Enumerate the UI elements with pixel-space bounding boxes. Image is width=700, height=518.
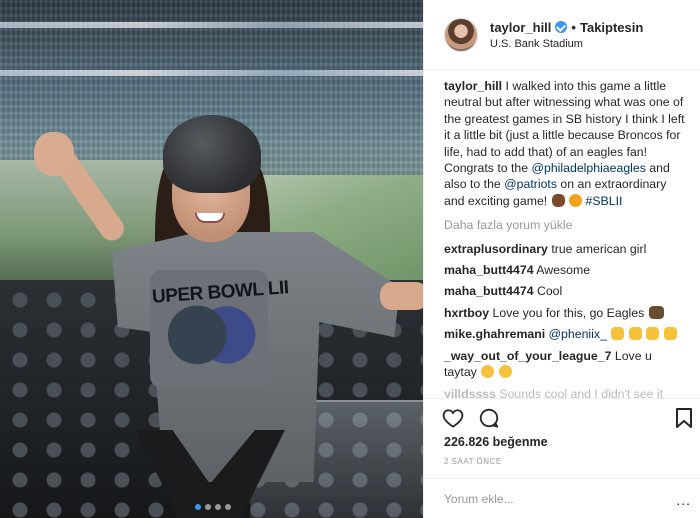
comment-username[interactable]: mike.ghahremani [444, 327, 545, 341]
flexed-arm-emoji [611, 327, 625, 341]
comment-username[interactable]: maha_butt4474 [444, 284, 534, 298]
comment-username[interactable]: extraplusordinary [444, 242, 548, 256]
comment: _way_out_of_your_league_7 Love u taytay [444, 348, 687, 381]
post-header: taylor_hill • Takiptesin U.S. Bank Stadi… [424, 0, 700, 70]
more-options-button[interactable]: ... [676, 492, 691, 508]
beanie [163, 115, 261, 193]
comment-icon[interactable] [478, 407, 500, 429]
likes-count[interactable]: 226.826 beğenme [444, 435, 548, 449]
comment: yilldssss Sounds cool and I didn't see i… [444, 386, 687, 399]
mention-link[interactable]: @philadelphiaeagles [532, 161, 646, 175]
carousel-indicator [195, 504, 231, 510]
carousel-dot [205, 504, 211, 510]
comment-text: true american girl [551, 241, 647, 256]
comment-text: Love you for this, go Eagles [492, 305, 645, 320]
heart-icon[interactable] [442, 407, 464, 429]
action-bar [424, 398, 700, 432]
comment: maha_butt4474 Awesome [444, 262, 687, 278]
crying-laughing-emoji [498, 365, 512, 379]
avatar[interactable] [444, 17, 478, 52]
carousel-dot [225, 504, 231, 510]
comment-username[interactable]: _way_out_of_your_league_7 [444, 349, 611, 363]
hashtag-link[interactable]: #SBLII [586, 194, 623, 208]
post-photo[interactable]: UPER BOWL LII [0, 0, 423, 518]
comment-input-placeholder: Yorum ekle... [444, 491, 514, 506]
comments-section[interactable]: taylor_hill I walked into this game a li… [424, 70, 700, 398]
comment: maha_butt4474 Cool [444, 283, 687, 299]
separator-dot: • [571, 19, 576, 35]
thumbs-up-emoji [628, 327, 642, 341]
comment-text: Cool [536, 284, 563, 299]
clap-emoji [646, 327, 660, 341]
verified-icon [555, 21, 568, 33]
comment: hxrtboy Love you for this, go Eagles [444, 305, 687, 321]
comment-username[interactable]: hxrtboy [444, 306, 489, 320]
post-timestamp: 2 SAAT ÖNCE [444, 457, 502, 466]
post-details-panel: taylor_hill • Takiptesin U.S. Bank Stadi… [423, 0, 700, 518]
load-more-comments-button[interactable]: Daha fazla yorum yükle [444, 217, 687, 233]
comment-username[interactable]: yilldssss [444, 387, 496, 399]
comment-username[interactable]: maha_butt4474 [444, 263, 534, 277]
comment: extraplusordinary true american girl [444, 241, 687, 257]
comment-input[interactable]: Yorum ekle... ... [424, 478, 700, 518]
comment: mike.ghahremani @pheniix_ [444, 326, 687, 342]
football-emoji [551, 193, 565, 207]
location-link[interactable]: U.S. Bank Stadium [490, 38, 643, 50]
username-link[interactable]: taylor_hill [490, 20, 551, 35]
mention-link[interactable]: @patriots [504, 177, 557, 191]
heart-eyes-emoji [481, 365, 495, 379]
caption-username[interactable]: taylor_hill [444, 79, 502, 93]
header-text: taylor_hill • Takiptesin U.S. Bank Stadi… [490, 20, 643, 50]
header-row: taylor_hill • Takiptesin [490, 20, 643, 35]
extended-arm [380, 282, 423, 310]
caption: taylor_hill I walked into this game a li… [444, 78, 687, 209]
ok-hand-emoji [663, 327, 677, 341]
eagle-emoji [648, 305, 664, 319]
comment-text: Sounds cool and I didn't see it [499, 386, 664, 399]
bookmark-icon[interactable] [673, 407, 695, 429]
woman-in-jersey: UPER BOWL LII [0, 0, 423, 518]
fire-emoji [569, 193, 583, 207]
mention-link[interactable]: @pheniix_ [549, 327, 607, 341]
raised-hand [34, 132, 74, 176]
comment-text: Awesome [536, 263, 591, 278]
follow-status-button[interactable]: Takiptesin [580, 20, 643, 35]
carousel-dot [215, 504, 221, 510]
carousel-dot [195, 504, 201, 510]
